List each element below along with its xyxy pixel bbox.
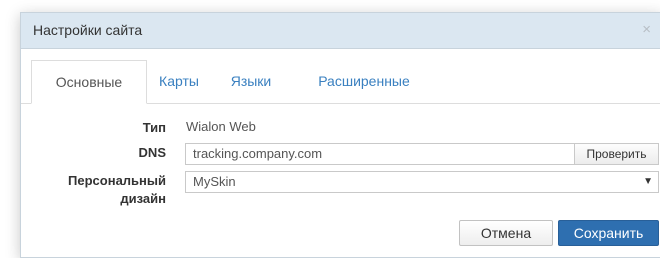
type-value: Wialon Web (186, 119, 256, 134)
dialog-titlebar: Настройки сайта × (21, 13, 660, 49)
save-button[interactable]: Сохранить (558, 220, 659, 246)
design-select-value: MySkin (193, 174, 236, 189)
site-settings-dialog: Настройки сайта × Основные Карты Языки Р… (20, 12, 660, 258)
cancel-button[interactable]: Отмена (459, 220, 553, 246)
tab-languages[interactable]: Языки (221, 60, 281, 103)
dialog-title: Настройки сайта (33, 22, 143, 38)
tab-main[interactable]: Основные (31, 60, 147, 104)
check-button[interactable]: Проверить (574, 143, 659, 165)
tab-bar: Основные Карты Языки Расширенные (21, 60, 660, 104)
design-label-line1: Персональный (68, 173, 166, 188)
close-icon[interactable]: × (642, 21, 651, 38)
tab-maps[interactable]: Карты (153, 60, 205, 103)
dns-label: DNS (138, 145, 166, 160)
design-label-line2: дизайн (120, 191, 166, 206)
dns-input[interactable]: tracking.company.com (185, 143, 575, 165)
tab-advanced[interactable]: Расширенные (304, 60, 424, 103)
type-label: Тип (142, 120, 166, 135)
design-select[interactable]: MySkin ▼ (185, 171, 659, 193)
chevron-down-icon: ▼ (643, 176, 653, 187)
